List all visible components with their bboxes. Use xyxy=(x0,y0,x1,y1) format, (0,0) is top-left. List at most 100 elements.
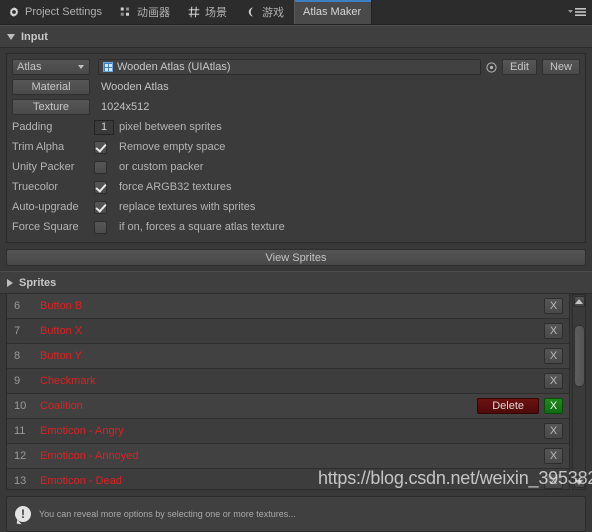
scroll-up-button[interactable] xyxy=(573,296,585,307)
view-sprites-button[interactable]: View Sprites xyxy=(6,249,586,266)
atlas-type-dropdown[interactable]: Atlas xyxy=(12,59,90,75)
sprites-section-header[interactable]: Sprites xyxy=(0,271,592,294)
truecolor-checkbox[interactable] xyxy=(94,180,107,194)
remove-sprite-button[interactable]: X xyxy=(544,423,563,439)
table-row[interactable]: 8 Button Y X xyxy=(7,344,569,369)
remove-sprite-button[interactable]: X xyxy=(544,448,563,464)
atlas-object-field[interactable]: Wooden Atlas (UIAtlas) xyxy=(98,59,482,75)
remove-sprite-button[interactable]: X xyxy=(544,373,563,389)
tab-game[interactable]: 游戏 xyxy=(237,0,294,24)
help-text: You can reveal more options by selecting… xyxy=(39,509,296,519)
view-sprites-wrap: View Sprites xyxy=(0,243,592,271)
trim-alpha-row: Trim Alpha Remove empty space xyxy=(12,138,580,156)
table-row[interactable]: 9 Checkmark X xyxy=(7,369,569,394)
table-row[interactable]: 11 Emoticon - Angry X xyxy=(7,419,569,444)
remove-sprite-button[interactable]: X xyxy=(544,348,563,364)
tab-label: Atlas Maker xyxy=(303,6,362,18)
new-label: New xyxy=(549,61,572,73)
remove-label: X xyxy=(549,300,558,312)
chevron-up-icon xyxy=(575,299,583,304)
tab-project-settings[interactable]: Project Settings xyxy=(0,0,112,24)
remove-label: X xyxy=(549,350,558,362)
truecolor-hint: force ARGB32 textures xyxy=(119,181,232,193)
circle-select-glyph xyxy=(486,61,497,73)
trim-alpha-checkbox[interactable] xyxy=(94,140,107,154)
table-row[interactable]: 6 Button B X xyxy=(7,294,569,319)
input-section-title: Input xyxy=(21,30,48,43)
unity-packer-label: Unity Packer xyxy=(12,161,75,173)
padding-row: Padding 1 pixel between sprites xyxy=(12,118,580,136)
chevron-down-icon xyxy=(78,65,84,69)
sprites-list: 6 Button B X 7 Button X X 8 Button Y X 9… xyxy=(6,294,570,490)
padding-hint: pixel between sprites xyxy=(119,121,222,133)
tab-animator[interactable]: 动画器 xyxy=(112,0,180,24)
atlas-type-label: Atlas xyxy=(17,61,42,73)
sprites-list-area: 6 Button B X 7 Button X X 8 Button Y X 9… xyxy=(6,294,586,490)
confirm-remove-sprite-button[interactable]: X xyxy=(544,398,563,414)
new-atlas-button[interactable]: New xyxy=(541,59,580,75)
texture-row: Texture 1024x512 xyxy=(12,98,580,116)
delete-label: Delete xyxy=(492,400,524,412)
material-value: Wooden Atlas xyxy=(101,81,169,93)
remove-sprite-button[interactable]: X xyxy=(544,298,563,314)
remove-label: X xyxy=(549,450,558,462)
table-row[interactable]: 12 Emoticon - Annoyed X xyxy=(7,444,569,469)
remove-label: X xyxy=(549,400,558,412)
sprites-list-scrollbar[interactable] xyxy=(572,294,586,490)
sprite-index: 8 xyxy=(14,350,21,362)
unity-packer-hint: or custom packer xyxy=(119,161,204,173)
remove-label: X xyxy=(549,475,558,487)
circle-select-icon[interactable] xyxy=(485,61,498,74)
sprite-name: Emoticon - Angry xyxy=(40,425,124,437)
help-box: ! You can reveal more options by selecti… xyxy=(6,496,586,532)
remove-sprite-button[interactable]: X xyxy=(544,323,563,339)
scrollbar-thumb[interactable] xyxy=(573,325,585,387)
input-section-header[interactable]: Input xyxy=(0,25,592,48)
window-menu-button[interactable] xyxy=(568,0,592,24)
padding-input[interactable]: 1 xyxy=(94,119,114,135)
chevron-down-icon xyxy=(7,33,15,40)
window-tab-bar: Project Settings 动画器 场景 游戏 Atlas Maker xyxy=(0,0,592,25)
scrollbar-track[interactable] xyxy=(573,307,585,477)
scene-grid-icon xyxy=(188,6,200,18)
sprite-index: 10 xyxy=(14,400,27,412)
auto-upgrade-row: Auto-upgrade replace textures with sprit… xyxy=(12,198,580,216)
scroll-down-button[interactable] xyxy=(573,477,585,488)
animator-icon xyxy=(120,7,130,16)
unity-packer-checkbox[interactable] xyxy=(94,160,107,174)
edit-label: Edit xyxy=(510,61,529,73)
table-row[interactable]: 10 Coalition Delete X xyxy=(7,394,569,421)
texture-label: Texture xyxy=(32,101,70,113)
force-square-hint: if on, forces a square atlas texture xyxy=(119,221,285,233)
atlas-row: Atlas Wooden Atlas (UIAtlas) Edit New xyxy=(12,58,580,76)
texture-button[interactable]: Texture xyxy=(12,99,90,115)
sprite-name: Button B xyxy=(40,300,83,312)
chevron-down-icon xyxy=(575,480,583,485)
edit-atlas-button[interactable]: Edit xyxy=(502,59,537,75)
table-row[interactable]: 7 Button X X xyxy=(7,319,569,344)
force-square-label: Force Square xyxy=(12,221,79,233)
sprite-name: Emoticon - Annoyed xyxy=(40,450,139,462)
atlas-maker-window: Project Settings 动画器 场景 游戏 Atlas Maker I… xyxy=(0,0,592,532)
auto-upgrade-hint: replace textures with sprites xyxy=(119,201,256,213)
force-square-checkbox[interactable] xyxy=(94,220,107,234)
tab-scene[interactable]: 场景 xyxy=(180,0,237,24)
sprite-name: Coalition xyxy=(40,400,83,412)
table-row[interactable]: 13 Emoticon - Dead X xyxy=(7,469,569,489)
sprite-index: 7 xyxy=(14,325,21,337)
delete-sprite-button[interactable]: Delete xyxy=(477,398,539,414)
auto-upgrade-checkbox[interactable] xyxy=(94,200,107,214)
material-button[interactable]: Material xyxy=(12,79,90,95)
sprite-name: Button Y xyxy=(40,350,82,362)
tab-atlas-maker[interactable]: Atlas Maker xyxy=(294,0,373,24)
auto-upgrade-label: Auto-upgrade xyxy=(12,201,79,213)
remove-label: X xyxy=(549,325,558,337)
remove-sprite-button[interactable]: X xyxy=(544,473,563,489)
truecolor-row: Truecolor force ARGB32 textures xyxy=(12,178,580,196)
sprite-index: 6 xyxy=(14,300,21,312)
sprite-index: 11 xyxy=(14,425,26,437)
material-label: Material xyxy=(31,81,71,93)
unity-packer-row: Unity Packer or custom packer xyxy=(12,158,580,176)
sprites-section-title: Sprites xyxy=(19,276,57,289)
sprite-index: 9 xyxy=(14,375,21,387)
